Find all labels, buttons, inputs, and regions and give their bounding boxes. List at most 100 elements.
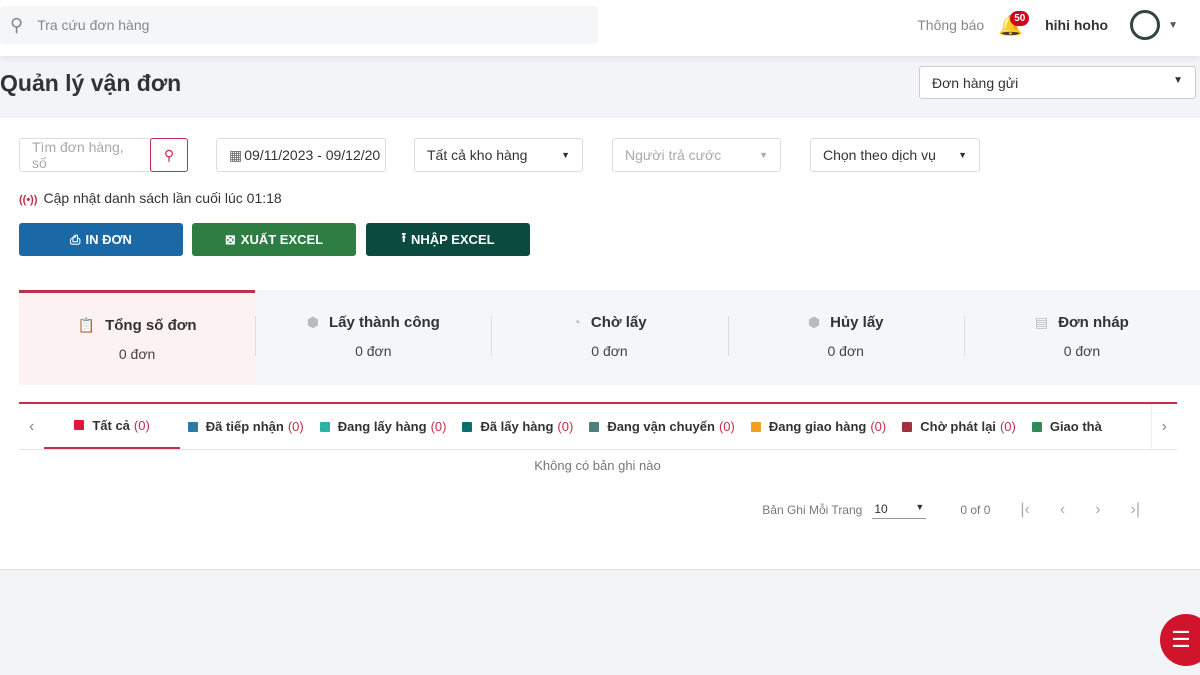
tab-count: (0) xyxy=(870,419,887,434)
stat-card[interactable]: ◔ Chờ lấy 0 đơn xyxy=(491,290,727,385)
search-placeholder: Tra cứu đơn hàng xyxy=(37,17,150,33)
status-color-swatch xyxy=(902,421,913,432)
tab-label: Đang giao hàng xyxy=(768,419,867,434)
chevron-down-icon: ▼ xyxy=(759,150,768,160)
print-label: IN ĐƠN xyxy=(85,232,132,247)
export-label: XUẤT EXCEL xyxy=(240,232,324,247)
chevron-down-icon: ▼ xyxy=(915,502,925,512)
draft-icon: ▤ xyxy=(1034,314,1049,330)
printer-icon: ⎙ xyxy=(70,231,81,247)
status-color-swatch xyxy=(1031,421,1042,432)
tab-label: Chờ phát lại xyxy=(920,419,996,434)
status-tab[interactable]: Đang giao hàng (0) xyxy=(743,404,894,449)
page-size-value: 10 xyxy=(874,502,888,516)
payer-placeholder: Người trả cước xyxy=(625,147,722,163)
stat-value: 0 đơn xyxy=(827,343,864,359)
pagination: Bản Ghi Mỗi Trang 10 ▼ 0 of 0 |‹ ‹ › ›| xyxy=(762,500,1140,519)
tab-count: (0) xyxy=(133,417,150,433)
status-tab[interactable]: Tất cả (0) xyxy=(44,404,180,449)
broadcast-icon: ((•)) xyxy=(19,194,38,206)
excel-icon: ⊠ xyxy=(224,231,236,247)
tab-label: Tất cả xyxy=(92,417,130,433)
notification-badge: 50 xyxy=(1010,10,1030,26)
stat-value: 0 đơn xyxy=(591,343,628,359)
export-excel-button[interactable]: ⊠ XUẤT EXCEL xyxy=(192,223,356,256)
scroll-right-icon[interactable]: › xyxy=(1150,404,1177,449)
order-search-button[interactable]: ⚲ xyxy=(150,138,188,172)
tab-label: Đã tiếp nhận xyxy=(205,419,284,434)
global-search[interactable]: ⚲ Tra cứu đơn hàng xyxy=(0,6,598,44)
next-page-icon[interactable]: › xyxy=(1095,501,1100,519)
order-type-select[interactable]: Đơn hàng gửi ▼ xyxy=(919,66,1196,99)
last-update: ((•)) Cập nhật danh sách lần cuối lúc 01:… xyxy=(19,190,282,206)
order-search-placeholder: Tìm đơn hàng, số xyxy=(32,139,124,171)
payer-select[interactable]: Người trả cước ▼ xyxy=(612,138,781,172)
tab-label: Đang lấy hàng xyxy=(337,419,427,434)
status-color-swatch xyxy=(589,421,600,432)
top-bar: ⚲ Tra cứu đơn hàng Thông báo 🔔 50 hihi hoh… xyxy=(0,0,1200,56)
status-color-swatch xyxy=(462,421,473,432)
stat-card[interactable]: ▤ Đơn nháp 0 đơn xyxy=(963,290,1200,385)
upload-icon: ⭱ xyxy=(401,229,406,245)
status-tab[interactable]: Đang vận chuyển (0) xyxy=(581,404,743,449)
tab-count: (0) xyxy=(999,419,1016,434)
status-color-swatch xyxy=(750,421,761,432)
status-tab[interactable]: Chờ phát lại (0) xyxy=(894,404,1024,449)
clock-icon: ◔ xyxy=(572,314,581,330)
stat-card[interactable]: ⬢ Hủy lấy 0 đơn xyxy=(727,290,964,385)
service-select[interactable]: Chọn theo dịch vụ ▼ xyxy=(810,138,980,172)
tab-label: Đang vận chuyển xyxy=(607,419,715,434)
tab-count: (0) xyxy=(718,419,735,434)
prev-page-icon[interactable]: ‹ xyxy=(1060,501,1065,519)
stat-label: Hủy lấy xyxy=(830,314,884,331)
tab-count: (0) xyxy=(287,419,304,434)
status-tab[interactable]: Đã lấy hàng (0) xyxy=(454,404,581,449)
chevron-down-icon: ▼ xyxy=(561,150,570,160)
chevron-down-icon: ▼ xyxy=(1173,75,1183,86)
tab-count: (0) xyxy=(430,419,447,434)
status-color-swatch xyxy=(187,421,198,432)
stat-label: Đơn nháp xyxy=(1058,314,1129,331)
chat-icon: ☰ xyxy=(1171,627,1191,652)
stat-value: 0 đơn xyxy=(355,343,392,359)
page-size-label: Bản Ghi Mỗi Trang xyxy=(762,502,863,517)
search-icon: ⚲ xyxy=(10,14,24,35)
stats-row: 📋 Tổng số đơn 0 đơn ⬢ Lấy thành công 0 đơn ◔ Ch… xyxy=(19,290,1200,385)
stat-card[interactable]: 📋 Tổng số đơn 0 đơn xyxy=(19,290,256,385)
status-tab[interactable]: Giao thà xyxy=(1024,404,1114,449)
bell-icon[interactable]: 🔔 50 xyxy=(998,10,1030,38)
status-tab[interactable]: Đã tiếp nhận (0) xyxy=(180,404,312,449)
warehouse-value: Tất cả kho hàng xyxy=(427,147,528,163)
first-page-icon[interactable]: |‹ xyxy=(1020,501,1029,519)
last-update-text: Cập nhật danh sách lần cuối lúc 01:18 xyxy=(43,190,282,206)
stat-label: Tổng số đơn xyxy=(105,317,197,334)
calendar-icon: ▦ xyxy=(229,146,243,163)
order-search-input[interactable]: Tìm đơn hàng, số xyxy=(19,138,151,172)
stat-value: 0 đơn xyxy=(118,346,156,362)
notifications-label[interactable]: Thông báo xyxy=(917,17,984,33)
clipboard-icon: 📋 xyxy=(77,317,96,333)
page-size-select[interactable]: 10 ▼ xyxy=(872,500,927,519)
stat-card[interactable]: ⬢ Lấy thành công 0 đơn xyxy=(255,290,491,385)
service-value: Chọn theo dịch vụ xyxy=(823,147,936,163)
content-card: Tìm đơn hàng, số ⚲ ▦ 09/11/2023 - 09/12/2… xyxy=(0,118,1200,570)
stat-label: Chờ lấy xyxy=(590,314,647,331)
status-tab[interactable]: Đang lấy hàng (0) xyxy=(312,404,455,449)
search-icon: ⚲ xyxy=(163,146,175,163)
box-cancel-icon: ⬢ xyxy=(807,314,821,330)
import-excel-button[interactable]: ⭱ NHẬP EXCEL xyxy=(366,223,530,256)
tab-label: Đã lấy hàng xyxy=(480,419,554,434)
print-button[interactable]: ⎙ IN ĐƠN xyxy=(19,223,183,256)
avatar[interactable] xyxy=(1130,10,1161,40)
date-range-picker[interactable]: ▦ 09/11/2023 - 09/12/20 xyxy=(216,138,386,172)
chat-button[interactable]: ☰ xyxy=(1160,614,1200,666)
box-check-icon: ⬢ xyxy=(306,314,319,330)
last-page-icon[interactable]: ›| xyxy=(1131,501,1140,519)
chevron-down-icon[interactable]: ▼ xyxy=(1168,20,1178,31)
user-name[interactable]: hihi hoho xyxy=(1045,17,1108,33)
order-type-value: Đơn hàng gửi xyxy=(932,75,1019,91)
status-color-swatch xyxy=(74,420,85,430)
scroll-left-icon[interactable]: ‹ xyxy=(19,418,44,436)
warehouse-select[interactable]: Tất cả kho hàng ▼ xyxy=(414,138,583,172)
tab-count: (0) xyxy=(557,419,574,434)
